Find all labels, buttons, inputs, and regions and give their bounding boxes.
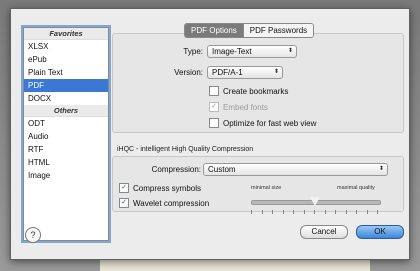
- favorites-header: Favorites: [24, 28, 108, 40]
- type-select[interactable]: Image-Text ⬍: [207, 45, 297, 58]
- cancel-button[interactable]: Cancel: [300, 225, 348, 239]
- compress-symbols-label: Compress symbols: [133, 183, 202, 193]
- slider-tick: [272, 210, 273, 214]
- create-bookmarks-checkbox[interactable]: Create bookmarks: [209, 86, 288, 96]
- optimize-checkbox[interactable]: Optimize for fast web view: [209, 118, 316, 128]
- help-button[interactable]: ?: [25, 227, 41, 243]
- others-header: Others: [24, 105, 108, 117]
- tab-pdf-passwords[interactable]: PDF Passwords: [242, 24, 314, 37]
- compression-value: Custom: [208, 165, 236, 174]
- sidebar-item-rtf[interactable]: RTF: [24, 143, 108, 156]
- sidebar-item-plain-text[interactable]: Plain Text: [24, 66, 108, 79]
- version-select[interactable]: PDF/A-1 ⬍: [207, 66, 283, 79]
- slider-tick: [335, 210, 336, 214]
- sidebar-item-html[interactable]: HTML: [24, 156, 108, 169]
- slider-tick: [324, 210, 326, 214]
- sidebar-item-docx[interactable]: DOCX: [24, 92, 108, 105]
- slider-tick: [293, 210, 294, 214]
- checkmark-icon: ✓: [209, 102, 219, 112]
- optimize-label: Optimize for fast web view: [223, 118, 317, 128]
- checkmark-icon: ✓: [119, 183, 129, 193]
- quality-slider-knob[interactable]: [310, 197, 320, 206]
- ok-button[interactable]: OK: [356, 225, 404, 239]
- type-value: Image-Text: [212, 47, 252, 56]
- version-value: PDF/A-1: [212, 68, 243, 77]
- create-bookmarks-label: Create bookmarks: [223, 86, 289, 96]
- tab-bar: PDF Options PDF Passwords: [184, 23, 315, 38]
- wavelet-label: Wavelet compression: [133, 198, 210, 208]
- embed-fonts-label: Embed fonts: [223, 102, 268, 112]
- sidebar-item-pdf[interactable]: PDF: [24, 79, 108, 92]
- sidebar-item-xlsx[interactable]: XLSX: [24, 40, 108, 53]
- compression-select[interactable]: Custom ⬍: [203, 163, 388, 176]
- compression-label: Compression:: [151, 165, 201, 174]
- checkbox-box: [209, 118, 219, 128]
- checkbox-box: [209, 86, 219, 96]
- slider-tick: [345, 210, 347, 214]
- slider-tick: [282, 210, 284, 214]
- slider-tick: [251, 210, 252, 214]
- checkmark-icon: ✓: [119, 198, 129, 208]
- sidebar-item-epub[interactable]: ePub: [24, 53, 108, 66]
- chevron-up-down-icon: ⬍: [378, 166, 384, 172]
- chevron-up-down-icon: ⬍: [273, 69, 279, 75]
- slider-tick: [377, 210, 378, 214]
- wavelet-checkbox[interactable]: ✓ Wavelet compression: [119, 198, 209, 208]
- slider-tick: [303, 210, 305, 214]
- max-quality-label: maximal quality: [337, 185, 375, 191]
- slider-tick: [314, 210, 315, 214]
- embed-fonts-checkbox[interactable]: ✓ Embed fonts: [209, 102, 268, 112]
- sidebar-item-audio[interactable]: Audio: [24, 130, 108, 143]
- slider-tick: [261, 210, 263, 214]
- slider-tick: [356, 210, 357, 214]
- format-sidebar: Favorites XLSX ePub Plain Text PDF DOCX …: [23, 27, 109, 241]
- chevron-up-down-icon: ⬍: [287, 48, 293, 54]
- type-label: Type:: [183, 47, 203, 56]
- slider-ticks: [251, 210, 381, 214]
- slider-tick: [366, 210, 368, 214]
- version-label: Version:: [174, 68, 203, 77]
- sidebar-item-odt[interactable]: ODT: [24, 117, 108, 130]
- export-dialog: Favorites XLSX ePub Plain Text PDF DOCX …: [10, 8, 410, 260]
- min-size-label: minimal size: [251, 185, 282, 191]
- tab-pdf-options[interactable]: PDF Options: [185, 24, 243, 37]
- ihqc-section-title: iHQC - intelligent High Quality Compress…: [117, 146, 254, 153]
- sidebar-item-image[interactable]: Image: [24, 169, 108, 182]
- compress-symbols-checkbox[interactable]: ✓ Compress symbols: [119, 183, 201, 193]
